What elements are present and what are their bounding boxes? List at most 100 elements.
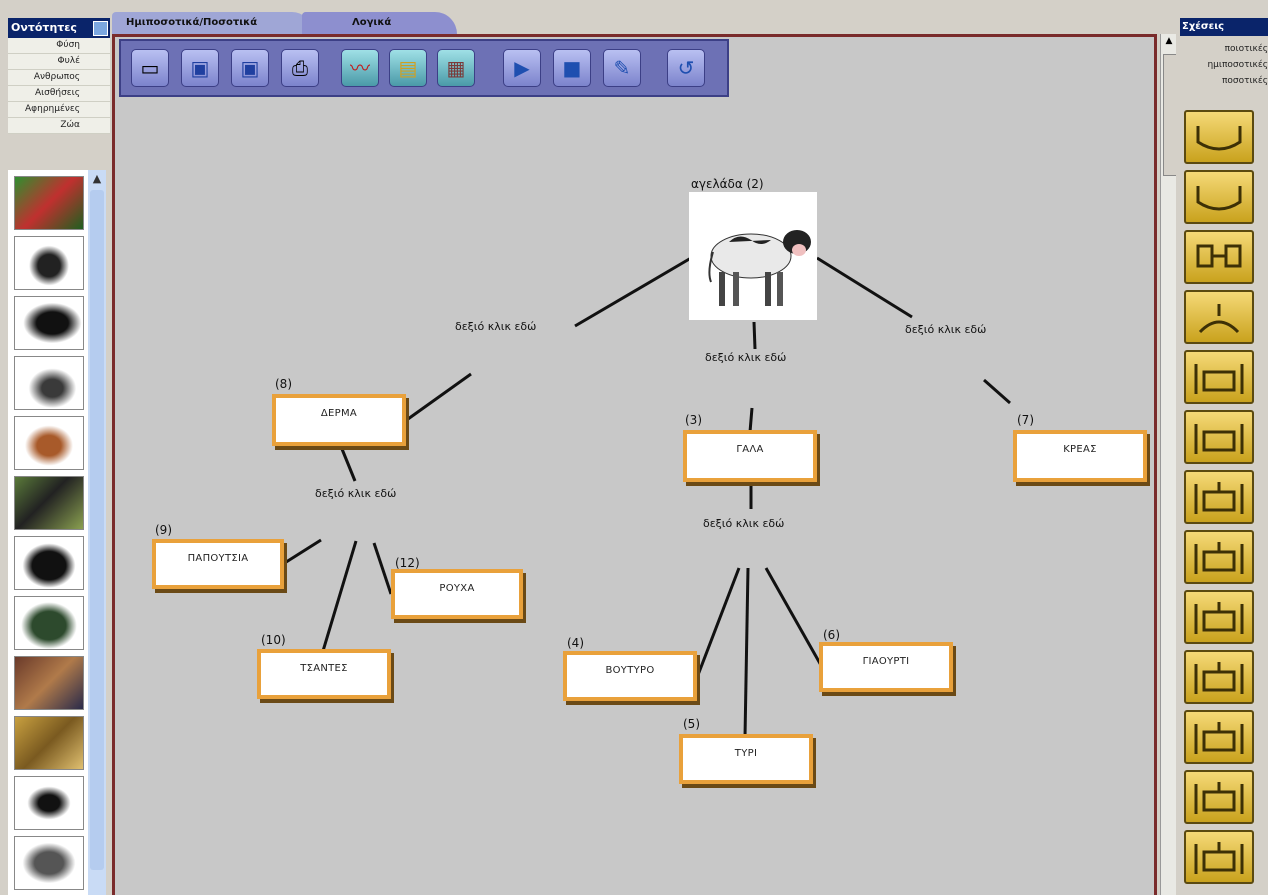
category-item[interactable]: Φύση — [8, 38, 110, 54]
mode-tabs: Ημιποσοτικά/Ποσοτικά Λογικά — [112, 12, 712, 34]
scroll-up-icon[interactable]: ▲ — [88, 172, 106, 186]
edge-line — [983, 378, 1011, 405]
animal-thumb-icon[interactable] — [14, 716, 84, 770]
animal-thumb-icon[interactable] — [14, 236, 84, 290]
edge-line — [574, 256, 692, 328]
edit-icon[interactable]: ✎ — [603, 49, 641, 87]
panel-toggle-icon[interactable] — [93, 21, 108, 36]
relation-type-item[interactable]: ποσοτικές — [1222, 76, 1268, 86]
relation-type-item[interactable]: ημιποσοτικές — [1207, 60, 1268, 70]
link-label[interactable]: δεξιό κλικ εδώ — [705, 351, 786, 364]
node-derma[interactable]: ΔΕΡΜΑ — [272, 394, 406, 446]
animal-thumb-icon[interactable] — [14, 416, 84, 470]
node-number: (5) — [683, 717, 700, 731]
relation-shape-icon[interactable] — [1184, 770, 1254, 824]
edge-line — [752, 321, 757, 350]
category-item[interactable]: Φυλέ — [8, 54, 110, 70]
edge-line — [340, 448, 357, 482]
new-icon[interactable]: ▭ — [131, 49, 169, 87]
relation-shape-icon[interactable] — [1184, 110, 1254, 164]
node-number: (4) — [567, 636, 584, 650]
edge-line — [407, 372, 472, 421]
entity-thumbnail-list — [8, 170, 88, 895]
save-as-icon[interactable]: ▣ — [231, 49, 269, 87]
relation-shape-icon[interactable] — [1184, 410, 1254, 464]
entities-panel: Οντότητες Φύση Φυλέ Ανθρωπος Αισθήσεις Α… — [0, 0, 112, 895]
save-icon[interactable]: ▣ — [181, 49, 219, 87]
relation-shape-icon[interactable] — [1184, 290, 1254, 344]
relation-shape-icon[interactable] — [1184, 710, 1254, 764]
map-edges — [282, 256, 1011, 738]
relation-shape-icon[interactable] — [1184, 830, 1254, 884]
edge-line — [321, 540, 358, 652]
print-icon[interactable]: ⎙ — [281, 49, 319, 87]
animal-thumb-icon[interactable] — [14, 296, 84, 350]
node-tyri[interactable]: ΤΥΡΙ — [679, 734, 813, 784]
animal-thumb-icon[interactable] — [14, 596, 84, 650]
edge-line — [743, 567, 750, 738]
category-item[interactable]: Ζώα — [8, 118, 110, 134]
animal-thumb-icon[interactable] — [14, 836, 84, 890]
animal-thumb-icon[interactable] — [14, 476, 84, 530]
animal-thumb-icon[interactable] — [14, 776, 84, 830]
node-rouxa[interactable]: ΡΟΥΧΑ — [391, 569, 523, 619]
node-number: (9) — [155, 523, 172, 537]
graph-icon[interactable]: 〰 — [341, 49, 379, 87]
edge-line — [764, 567, 824, 668]
relation-shape-icon[interactable] — [1184, 170, 1254, 224]
edge-line — [282, 538, 322, 566]
relation-shape-icon[interactable] — [1184, 590, 1254, 644]
edge-line — [372, 542, 393, 595]
node-gala[interactable]: ΓΑΛΑ — [683, 430, 817, 482]
main-toolbar: ▭ ▣ ▣ ⎙ 〰 ▤ ▦ ▶ ■ ✎ ↺ — [119, 39, 729, 97]
cow-icon — [708, 230, 811, 306]
node-number: (8) — [275, 377, 292, 391]
node-papoutsia[interactable]: ΠΑΠΟΥΤΣΙΑ — [152, 539, 284, 589]
category-list: Φύση Φυλέ Ανθρωπος Αισθήσεις Αφηρημένες … — [8, 38, 110, 134]
category-item[interactable]: Ανθρωπος — [8, 70, 110, 86]
root-node-label: αγελάδα (2) — [691, 177, 764, 191]
node-voutyro[interactable]: ΒΟΥΤΥΡΟ — [563, 651, 697, 701]
relation-shape-icon[interactable] — [1184, 230, 1254, 284]
link-label[interactable]: δεξιό κλικ εδώ — [905, 323, 986, 336]
link-label[interactable]: δεξιό κλικ εδώ — [455, 320, 536, 333]
relation-shape-icon[interactable] — [1184, 650, 1254, 704]
relations-title: Σχέσεις — [1180, 18, 1268, 36]
undo-icon[interactable]: ↺ — [667, 49, 705, 87]
scroll-thumb[interactable] — [1163, 54, 1177, 176]
table-icon[interactable]: ▦ — [437, 49, 475, 87]
tab-logic[interactable]: Λογικά — [302, 12, 457, 34]
animal-thumb-icon[interactable] — [14, 656, 84, 710]
link-label[interactable]: δεξιό κλικ εδώ — [703, 517, 784, 530]
edge-line — [696, 567, 741, 676]
relation-shape-icon[interactable] — [1184, 470, 1254, 524]
scroll-up-icon[interactable]: ▲ — [1161, 36, 1177, 46]
node-number: (10) — [261, 633, 286, 647]
play-icon[interactable]: ▶ — [503, 49, 541, 87]
animal-thumb-icon[interactable] — [14, 356, 84, 410]
node-number: (7) — [1017, 413, 1034, 427]
entities-title-text: Οντότητες — [11, 21, 77, 34]
relation-shape-icon[interactable] — [1184, 530, 1254, 584]
node-number: (3) — [685, 413, 702, 427]
concept-map-canvas[interactable]: ▭ ▣ ▣ ⎙ 〰 ▤ ▦ ▶ ■ ✎ ↺ αγελάδα (2) δεξιό … — [112, 34, 1157, 895]
relation-type-item[interactable]: ποιοτικές — [1225, 44, 1268, 54]
edge-line — [748, 407, 754, 433]
node-tsantes[interactable]: ΤΣΑΝΤΕΣ — [257, 649, 391, 699]
canvas-scrollbar[interactable]: ▲ — [1160, 34, 1177, 895]
thumbnail-scrollbar[interactable]: ▲ — [88, 170, 106, 895]
relation-shape-icon[interactable] — [1184, 350, 1254, 404]
node-giaourti[interactable]: ΓΙΑΟΥΡΤΙ — [819, 642, 953, 692]
node-number: (12) — [395, 556, 420, 570]
scroll-thumb[interactable] — [90, 190, 104, 870]
link-label[interactable]: δεξιό κλικ εδώ — [315, 487, 396, 500]
node-kreas[interactable]: ΚΡΕΑΣ — [1013, 430, 1147, 482]
bars-icon[interactable]: ▤ — [389, 49, 427, 87]
category-item[interactable]: Αφηρημένες — [8, 102, 110, 118]
cow-image[interactable] — [689, 192, 817, 320]
animal-thumb-icon[interactable] — [14, 176, 84, 230]
stop-icon[interactable]: ■ — [553, 49, 591, 87]
animal-thumb-icon[interactable] — [14, 536, 84, 590]
category-item[interactable]: Αισθήσεις — [8, 86, 110, 102]
tab-quantitative[interactable]: Ημιποσοτικά/Ποσοτικά — [112, 12, 312, 34]
